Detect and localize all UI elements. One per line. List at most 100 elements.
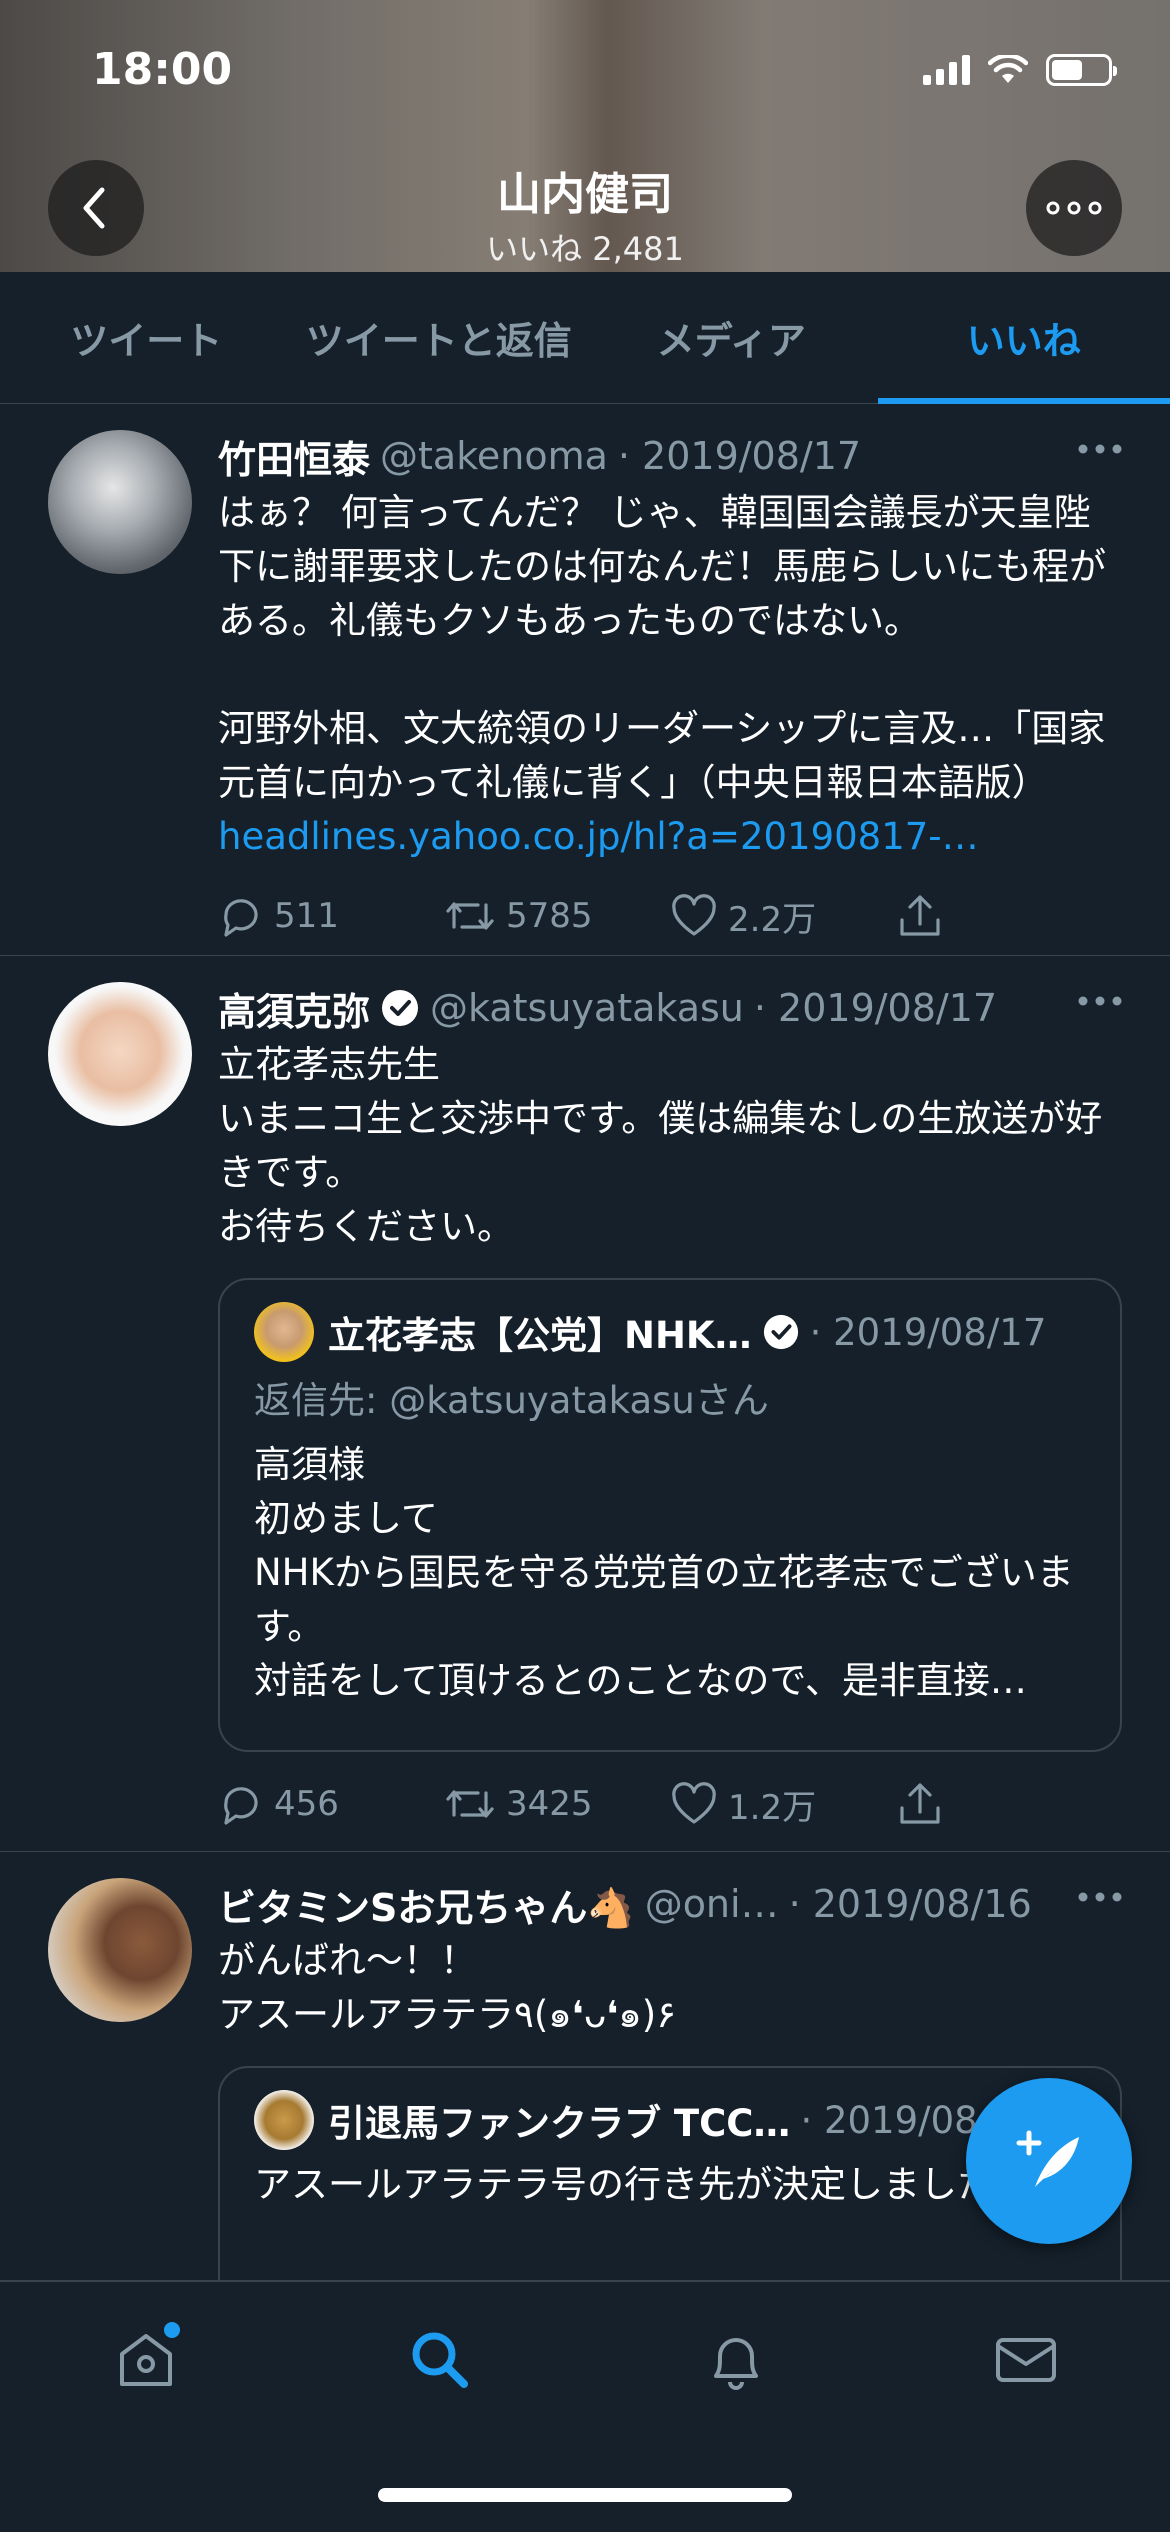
tweet-text-line: 河野外相、文大統領のリーダーシップに言及…「国家元首に向かって礼儀に背く」（中央… bbox=[218, 702, 1122, 864]
tweet-actions: 456 3425 1.2万 bbox=[218, 1770, 1122, 1838]
tweet-text: 立花孝志先生 いまニコ生と交渉中です。僕は編集なしの生放送が好きです。 お待ちく… bbox=[218, 1038, 1122, 1254]
quoted-text-line: 高須様 bbox=[254, 1443, 365, 1486]
verified-badge-icon bbox=[382, 990, 419, 1026]
battery-icon bbox=[1046, 54, 1117, 86]
quoted-text-line: NHKから国民を守る党党首の立花孝志でございます。 bbox=[254, 1551, 1074, 1648]
author-handle: @takenoma bbox=[380, 434, 608, 478]
tweet-link[interactable]: headlines.yahoo.co.jp/hl?a=20190817-… bbox=[218, 815, 979, 858]
quoted-tweet-date: · 2019/08/17 bbox=[809, 1310, 1047, 1354]
tab-likes[interactable]: いいね bbox=[877, 272, 1170, 404]
tweet-text: はぁ？ 何言ってんだ？ じゃ、韓国国会議長が天皇陛下に謝罪要求したのは何なんだ！… bbox=[218, 486, 1122, 864]
ellipsis-icon bbox=[1046, 201, 1102, 215]
quoted-author-name: 引退馬ファンクラブ TCC… bbox=[328, 2102, 791, 2145]
signal-icon bbox=[923, 55, 970, 85]
home-indicator bbox=[378, 2488, 792, 2502]
tweet-header: 高須克弥 @katsuyatakasu · 2019/08/17 bbox=[218, 978, 1122, 1038]
reply-button[interactable]: 511 bbox=[218, 893, 444, 939]
speech-bubble-icon bbox=[224, 899, 258, 937]
tweet-more-icon[interactable] bbox=[1078, 1892, 1122, 1902]
tweet-text-line: 立花孝志先生 bbox=[218, 1043, 440, 1086]
home-icon bbox=[120, 2334, 172, 2386]
quoted-author-name: 立花孝志【公党】NHK… bbox=[328, 1314, 752, 1357]
tweet-text-line: はぁ？ 何言ってんだ？ じゃ、韓国国会議長が天皇陛下に謝罪要求したのは何なんだ！… bbox=[218, 491, 1106, 642]
tweet-feed: 竹田恒泰 @takenoma · 2019/08/17 はぁ？ 何言ってんだ？ … bbox=[0, 404, 1170, 2280]
like-button[interactable]: 2.2万 bbox=[670, 892, 896, 941]
nav-home[interactable] bbox=[106, 2320, 186, 2400]
author-handle: @katsuyatakasu bbox=[430, 986, 744, 1030]
quoted-tweet[interactable]: 立花孝志【公党】NHK… · 2019/08/17 返信先: @katsuyat… bbox=[218, 1278, 1122, 1752]
reply-count: 511 bbox=[274, 896, 339, 936]
nav-notifications[interactable] bbox=[696, 2320, 776, 2400]
retweet-count: 3425 bbox=[506, 1784, 593, 1824]
tweet-text-line: いまニコ生と交渉中です。僕は編集なしの生放送が好きです。 bbox=[218, 1097, 1103, 1194]
share-button[interactable] bbox=[896, 892, 1122, 940]
tweet[interactable]: 竹田恒泰 @takenoma · 2019/08/17 はぁ？ 何言ってんだ？ … bbox=[0, 404, 1170, 956]
quoted-text-line: アスールアラテラ号の行き先が決定しました bbox=[254, 2163, 994, 2206]
quoted-tweet-header: 引退馬ファンクラブ TCC… · 2019/08/16 bbox=[254, 2090, 1088, 2150]
tab-tweets[interactable]: ツイート bbox=[0, 272, 293, 403]
speech-bubble-icon bbox=[224, 1787, 258, 1825]
tweet-actions: 511 5785 2.2万 bbox=[218, 882, 1122, 950]
avatar[interactable] bbox=[48, 1878, 192, 2022]
tab-media[interactable]: メディア bbox=[585, 272, 878, 403]
quoted-tweet-header: 立花孝志【公党】NHK… · 2019/08/17 bbox=[254, 1302, 1088, 1362]
tweet[interactable]: 高須克弥 @katsuyatakasu · 2019/08/17 立花孝志先生 … bbox=[0, 956, 1170, 1852]
tweet-text-line: がんばれ〜！！ bbox=[218, 1939, 477, 1982]
profile-name: 山内健司 bbox=[497, 169, 673, 220]
tweet-text-span: 河野外相、文大統領のリーダーシップに言及…「国家元首に向かって礼儀に背く」（中央… bbox=[218, 707, 1106, 804]
tweet-text-line: お待ちください。 bbox=[218, 1205, 514, 1248]
likes-count: いいね 2,481 bbox=[486, 230, 684, 268]
nav-messages[interactable] bbox=[986, 2320, 1066, 2400]
quoted-reply-to: 返信先: @katsuyatakasuさん bbox=[254, 1379, 769, 1422]
quoted-tweet-text: 高須様 初めまして NHKから国民を守る党党首の立花孝志でございます。 対話をし… bbox=[254, 1438, 1088, 1708]
feather-plus-icon bbox=[1016, 2130, 1079, 2187]
quoted-text-line: 対話をして頂けるとのことなので、是非直接… bbox=[254, 1659, 1027, 1702]
bell-icon bbox=[714, 2338, 758, 2390]
like-button[interactable]: 1.2万 bbox=[670, 1780, 896, 1829]
wifi-icon bbox=[988, 55, 1028, 83]
tweet-date: · 2019/08/16 bbox=[788, 1882, 1032, 1926]
notification-dot bbox=[164, 2322, 180, 2338]
like-count: 2.2万 bbox=[728, 899, 817, 940]
avatar[interactable] bbox=[48, 982, 192, 1126]
retweet-count: 5785 bbox=[506, 896, 593, 936]
compose-tweet-button[interactable] bbox=[966, 2078, 1132, 2244]
like-count: 1.2万 bbox=[728, 1787, 817, 1828]
retweet-button[interactable]: 3425 bbox=[444, 1781, 670, 1827]
reply-button[interactable]: 456 bbox=[218, 1781, 444, 1827]
tweet-header: ビタミンSお兄ちゃん🐴 @oni… · 2019/08/16 bbox=[218, 1874, 1122, 1934]
nav-search[interactable] bbox=[400, 2320, 480, 2400]
author-handle: @oni… bbox=[644, 1882, 779, 1926]
quoted-text-line: 初めまして bbox=[254, 1497, 438, 1540]
reply-count: 456 bbox=[274, 1784, 339, 1824]
retweet-icon bbox=[446, 902, 494, 930]
retweet-icon bbox=[446, 1790, 494, 1818]
author-name[interactable]: 高須克弥 bbox=[218, 981, 370, 1036]
quoted-avatar bbox=[254, 2090, 314, 2150]
heart-icon bbox=[672, 894, 716, 936]
tweet-header: 竹田恒泰 @takenoma · 2019/08/17 bbox=[218, 426, 1122, 486]
header-title: 山内健司 いいね 2,481 bbox=[0, 158, 1170, 270]
quoted-avatar bbox=[254, 1302, 314, 1362]
author-name[interactable]: ビタミンSお兄ちゃん🐴 bbox=[218, 1877, 635, 1932]
tweet-text: がんばれ〜！！ アスールアラテラ٩(๑❛ᴗ❛๑)۶ bbox=[218, 1934, 1122, 2042]
tweet-text-line: アスールアラテラ٩(๑❛ᴗ❛๑)۶ bbox=[218, 1993, 677, 2036]
profile-tabs: ツイート ツイートと返信 メディア いいね bbox=[0, 272, 1170, 404]
share-icon bbox=[900, 1783, 940, 1824]
quoted-tweet-text: アスールアラテラ号の行き先が決定しました bbox=[254, 2158, 1088, 2212]
tweet-date: · 2019/08/17 bbox=[617, 434, 862, 478]
envelope-icon bbox=[996, 2338, 1056, 2382]
heart-icon bbox=[672, 1782, 716, 1824]
profile-header: 18:00 山内健司 いいね 2,481 bbox=[0, 0, 1170, 272]
verified-badge-icon bbox=[763, 1314, 798, 1350]
author-name[interactable]: 竹田恒泰 bbox=[218, 429, 370, 484]
status-icons bbox=[923, 54, 1117, 86]
tab-tweets-and-replies[interactable]: ツイートと返信 bbox=[293, 272, 586, 403]
share-icon bbox=[900, 895, 940, 936]
avatar[interactable] bbox=[48, 430, 192, 574]
tweet-more-icon[interactable] bbox=[1078, 444, 1122, 454]
more-options-button[interactable] bbox=[1026, 160, 1122, 256]
retweet-button[interactable]: 5785 bbox=[444, 893, 670, 939]
share-button[interactable] bbox=[896, 1780, 1122, 1828]
tweet-more-icon[interactable] bbox=[1078, 996, 1122, 1006]
